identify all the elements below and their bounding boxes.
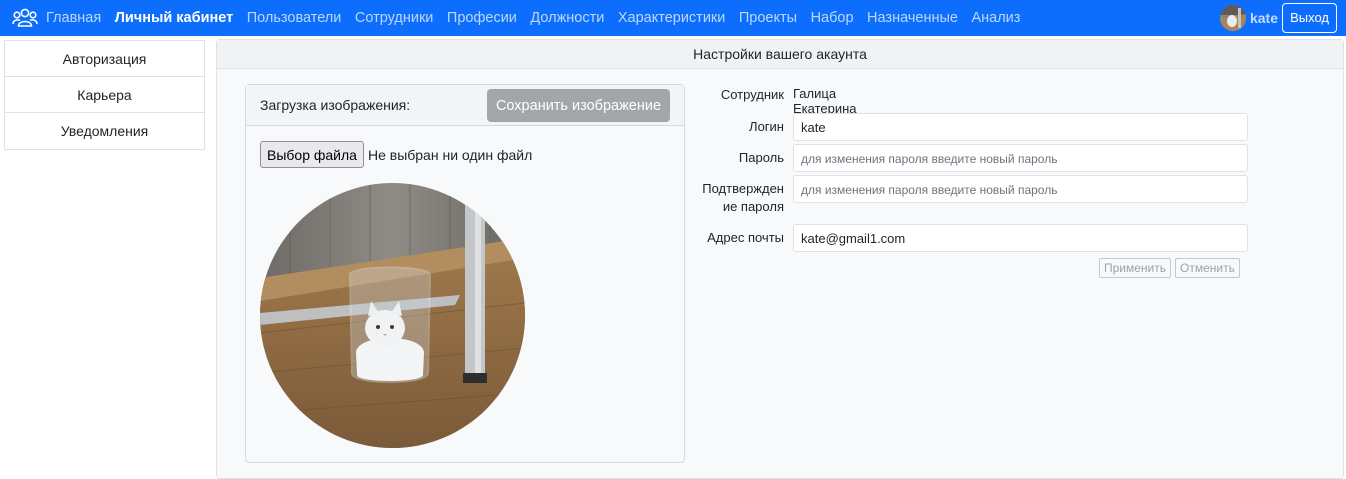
password-row: Пароль bbox=[697, 149, 784, 167]
confirm-password-input[interactable] bbox=[793, 175, 1248, 203]
confirm-label-line2: ие пароля bbox=[722, 199, 784, 214]
user-avatar bbox=[1219, 5, 1246, 31]
nav-menu: Главная Личный кабинет Пользователи Сотр… bbox=[46, 0, 1034, 36]
login-row: Логин bbox=[697, 118, 784, 136]
sidebar-item-notifications[interactable]: Уведомления bbox=[5, 113, 204, 149]
file-status: Не выбран ни один файл bbox=[367, 146, 533, 163]
nav-item-characteristics[interactable]: Характеристики bbox=[618, 10, 726, 26]
logout-button[interactable]: Выход bbox=[1282, 3, 1337, 33]
nav-item-profile[interactable]: Личный кабинет bbox=[115, 10, 234, 26]
nav-item-projects[interactable]: Проекты bbox=[739, 10, 797, 26]
confirm-label-line1: Подтвержден bbox=[702, 181, 784, 196]
nav-item-employees[interactable]: Сотрудники bbox=[355, 10, 434, 26]
top-navbar: Главная Личный кабинет Пользователи Сотр… bbox=[0, 0, 1346, 36]
nav-item-assigned[interactable]: Назначенные bbox=[867, 10, 958, 26]
employee-row: Сотрудник Галица Екатерина bbox=[697, 86, 857, 116]
employee-label: Сотрудник bbox=[720, 87, 784, 102]
users-logo-icon[interactable] bbox=[12, 7, 38, 29]
cancel-button[interactable]: Отменить bbox=[1175, 258, 1240, 278]
upload-title: Загрузка изображения: bbox=[260, 97, 411, 113]
nav-item-positions[interactable]: Должности bbox=[530, 10, 604, 26]
page-title: Настройки вашего акаунта bbox=[217, 40, 1343, 69]
nav-item-recruitment[interactable]: Набор bbox=[811, 10, 854, 26]
password-input[interactable] bbox=[793, 144, 1248, 172]
username: kate bbox=[1249, 10, 1278, 26]
nav-item-analysis[interactable]: Анализ bbox=[971, 10, 1020, 26]
login-input[interactable] bbox=[793, 113, 1248, 141]
settings-sidebar: Авторизация Карьера Уведомления bbox=[4, 40, 205, 150]
save-image-button[interactable]: Сохранить изображение bbox=[487, 89, 670, 122]
profile-photo bbox=[260, 183, 525, 448]
nav-item-professions[interactable]: Професии bbox=[447, 10, 517, 26]
confirm-row: Подтвержден ие пароля bbox=[697, 180, 784, 216]
employee-value: Галица Екатерина bbox=[793, 86, 857, 116]
account-settings-card: Настройки вашего акаунта Загрузка изобра… bbox=[216, 39, 1344, 479]
login-label: Логин bbox=[749, 119, 784, 134]
sidebar-item-authorization[interactable]: Авторизация bbox=[5, 41, 204, 77]
password-label: Пароль bbox=[738, 150, 784, 165]
email-row: Адрес почты bbox=[697, 229, 784, 247]
email-input[interactable] bbox=[793, 224, 1248, 252]
nav-item-users[interactable]: Пользователи bbox=[247, 10, 342, 26]
email-label: Адрес почты bbox=[707, 230, 784, 245]
apply-button[interactable]: Применить bbox=[1099, 258, 1172, 278]
image-upload-card: Загрузка изображения: Сохранить изображе… bbox=[245, 84, 685, 463]
choose-file-button[interactable]: Выбор файла bbox=[260, 141, 364, 168]
form-actions: Применить Отменить bbox=[1095, 258, 1240, 278]
file-input: Выбор файла Не выбран ни один файл bbox=[260, 141, 532, 168]
confirm-label: Подтвержден ие пароля bbox=[697, 180, 784, 216]
nav-item-home[interactable]: Главная bbox=[46, 10, 101, 26]
user-menu[interactable]: kate bbox=[1219, 4, 1278, 32]
sidebar-item-career[interactable]: Карьера bbox=[5, 77, 204, 113]
upload-card-header: Загрузка изображения: Сохранить изображе… bbox=[246, 85, 684, 126]
